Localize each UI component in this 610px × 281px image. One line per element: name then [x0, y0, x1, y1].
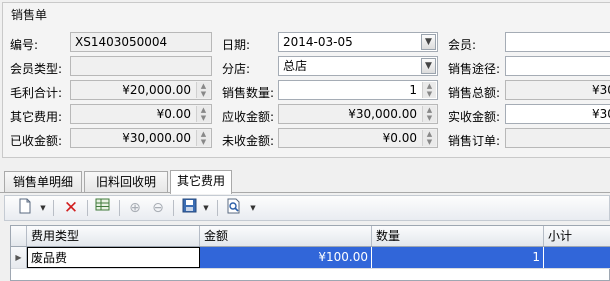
branch-select[interactable]: 总店 ▼	[278, 56, 438, 76]
chevron-down-icon[interactable]: ▼	[421, 58, 436, 74]
chevron-down-icon[interactable]: ▼	[39, 198, 47, 218]
delete-x-icon[interactable]: ✕	[61, 198, 81, 218]
gross-profit-field[interactable]: ¥20,000.00 ▲ ▼	[70, 80, 212, 100]
spinner-icon[interactable]: ▲ ▼	[196, 82, 210, 98]
toolbar-separator	[87, 200, 88, 216]
channel-label: 销售途径:	[448, 62, 501, 76]
other-fee-label: 其它费用:	[10, 110, 63, 124]
channel-field[interactable]	[505, 56, 610, 76]
detail-tabs: 销售单明细 旧料回收明细 其它费用	[0, 170, 610, 209]
column-header[interactable]: 金额	[200, 226, 372, 246]
received-label: 已收金额:	[10, 134, 63, 148]
toolbar-separator	[119, 200, 120, 216]
toolbar-separator	[173, 200, 174, 216]
spinner-icon[interactable]: ▲ ▼	[422, 82, 436, 98]
table-row[interactable]: ▶ 废品费 ¥100.00 1	[11, 247, 610, 269]
branch-label: 分店:	[222, 62, 251, 76]
other-fee-value: ¥0.00	[156, 107, 191, 121]
sales-order-field[interactable]	[505, 128, 610, 148]
toolbar-separator	[53, 200, 54, 216]
receivable-value: ¥30,000.00	[348, 107, 417, 121]
actual-received-value: ¥30	[592, 107, 610, 121]
receivable-field[interactable]: ¥30,000.00 ▲ ▼	[278, 104, 438, 124]
column-header[interactable]: 小计	[544, 226, 610, 246]
spinner-icon[interactable]: ▲ ▼	[422, 106, 436, 122]
row-indicator-header	[11, 226, 27, 246]
tab-other-fees[interactable]: 其它费用	[170, 170, 232, 194]
member-type-field[interactable]	[70, 56, 212, 76]
qty-cell[interactable]: 1	[372, 247, 544, 268]
spinner-icon[interactable]: ▲ ▼	[422, 130, 436, 146]
tab-sales-detail[interactable]: 销售单明细	[4, 171, 82, 193]
unreceived-label: 未收金额:	[222, 134, 275, 148]
row-pointer-icon: ▶	[11, 247, 27, 268]
unreceived-field[interactable]: ¥0.00 ▲ ▼	[278, 128, 438, 148]
unreceived-value: ¥0.00	[382, 131, 417, 145]
amount-cell[interactable]: ¥100.00	[200, 247, 372, 268]
group-title: 销售单	[11, 8, 48, 22]
column-header[interactable]: 数量	[372, 226, 544, 246]
grid-toolbar: ▼ ✕ ⊕ ⊖ ▼ ▼	[4, 195, 610, 221]
received-value: ¥30,000.00	[122, 131, 191, 145]
print-preview-icon[interactable]	[223, 198, 243, 218]
date-picker[interactable]: 2014-03-05 ▼	[278, 32, 438, 52]
branch-value: 总店	[283, 59, 308, 73]
tab-old-material-recovery[interactable]: 旧料回收明细	[84, 171, 168, 209]
tab-divider	[0, 192, 610, 193]
order-no-field[interactable]: XS1403050004	[70, 32, 212, 52]
table-icon[interactable]	[93, 198, 113, 218]
new-document-icon[interactable]	[15, 198, 35, 218]
other-fee-field[interactable]: ¥0.00 ▲ ▼	[70, 104, 212, 124]
sale-qty-label: 销售数量:	[222, 86, 275, 100]
grid-header: 费用类型 金额 数量 小计	[11, 226, 610, 247]
actual-received-label: 实收金额:	[448, 110, 501, 124]
spinner-icon[interactable]: ▲ ▼	[196, 130, 210, 146]
member-label: 会员:	[448, 38, 477, 52]
order-no-label: 编号:	[10, 38, 39, 52]
receivable-label: 应收金额:	[222, 110, 275, 124]
date-label: 日期:	[222, 38, 251, 52]
column-header[interactable]: 费用类型	[27, 226, 200, 246]
sale-qty-field[interactable]: 1 ▲ ▼	[278, 80, 438, 100]
sale-total-label: 销售总额:	[448, 86, 501, 100]
move-down-icon[interactable]: ⊖	[148, 198, 168, 218]
tab-label: 其它费用	[177, 174, 226, 188]
gross-profit-value: ¥20,000.00	[122, 83, 191, 97]
sales-order-label: 销售订单:	[448, 134, 501, 148]
move-up-icon[interactable]: ⊕	[125, 198, 145, 218]
member-type-label: 会员类型:	[10, 62, 63, 76]
date-value: 2014-03-05	[283, 35, 353, 49]
actual-received-field[interactable]: ¥30	[505, 104, 610, 124]
received-field[interactable]: ¥30,000.00 ▲ ▼	[70, 128, 212, 148]
sale-total-field[interactable]: ¥30	[505, 80, 610, 100]
subtotal-cell[interactable]	[544, 247, 610, 268]
tab-label: 销售单明细	[12, 175, 73, 189]
chevron-down-icon[interactable]: ▼	[202, 198, 210, 218]
member-field[interactable]	[505, 32, 610, 52]
gross-profit-label: 毛利合计:	[10, 86, 63, 100]
spinner-icon[interactable]: ▲ ▼	[196, 106, 210, 122]
sale-total-value: ¥30	[592, 83, 610, 97]
chevron-down-icon[interactable]: ▼	[421, 34, 436, 50]
fee-type-cell[interactable]: 废品费	[27, 247, 200, 268]
chevron-down-icon[interactable]: ▼	[249, 198, 257, 218]
fees-grid: 费用类型 金额 数量 小计 ▶ 废品费 ¥100.00 1	[10, 225, 610, 281]
toolbar-separator	[217, 200, 218, 216]
sale-qty-value: 1	[409, 83, 417, 97]
save-disk-icon[interactable]	[179, 198, 199, 218]
